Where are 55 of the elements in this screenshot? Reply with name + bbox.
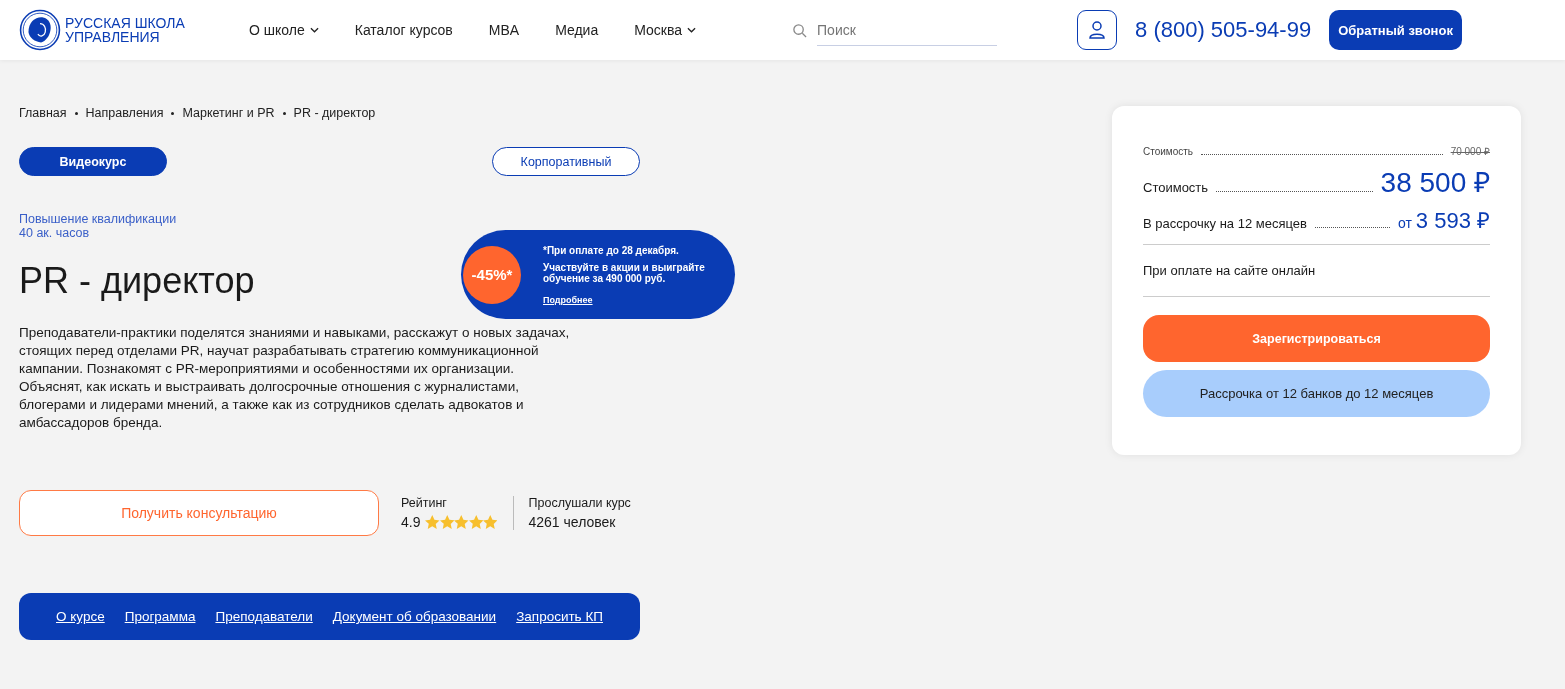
logo-text[interactable]: РУССКАЯ ШКОЛА УПРАВЛЕНИЯ <box>65 16 205 44</box>
format-tab[interactable]: Видеокурс <box>19 147 167 176</box>
breadcrumb-link[interactable]: PR - директор <box>293 106 376 120</box>
section-link[interactable]: Программа <box>124 609 196 624</box>
installment-label: В рассрочку на 12 месяцев <box>1143 216 1307 231</box>
listeners-count: 4261 человек <box>528 514 617 530</box>
listeners-label: Прослушали курс <box>528 496 631 510</box>
star-icon <box>483 515 497 529</box>
lion-logo-icon[interactable] <box>19 9 61 51</box>
rating-label: Рейтинг <box>401 496 448 510</box>
nav-link[interactable]: О школе <box>249 22 319 38</box>
search-icon <box>792 22 808 38</box>
breadcrumb-link[interactable]: Направления <box>85 106 164 120</box>
section-link[interactable]: О курсе <box>56 609 105 624</box>
chevron-down-icon <box>309 27 319 33</box>
section-link[interactable]: Преподаватели <box>215 609 313 624</box>
more-link[interactable]: Подробнее <box>543 294 593 305</box>
nav-link[interactable]: Медиа <box>555 22 599 38</box>
star-icon <box>439 515 455 529</box>
discount-badge: -45%* <box>463 245 521 304</box>
breadcrumb-link[interactable]: Главная <box>19 106 67 120</box>
installment-prefix: от <box>1397 215 1412 231</box>
user-icon <box>1087 20 1108 40</box>
promo-text: Участвуйте в акции и выиграйте обучение за 490 000 руб. <box>543 261 706 284</box>
breadcrumb-separator <box>282 111 286 115</box>
price-label: Стоимость <box>1143 146 1194 157</box>
breadcrumb-link[interactable]: Маркетинг и PR <box>182 106 275 120</box>
course-category: Повышение квалификации <box>19 212 178 226</box>
star-icon <box>454 515 469 529</box>
current-price: 38 500 ₽ <box>1380 166 1490 200</box>
search-field[interactable]: Поиск <box>817 14 998 46</box>
section-link[interactable]: Запросить КП <box>516 609 603 624</box>
course-hours: 40 ак. часов <box>19 226 91 240</box>
nav-link[interactable]: MBA <box>488 22 520 38</box>
account-button[interactable] <box>1077 10 1118 50</box>
nav-link[interactable]: Каталог курсов <box>354 22 453 38</box>
section-link[interactable]: Документ об образовании <box>332 609 497 624</box>
breadcrumb-separator <box>171 111 175 115</box>
installment-price: 3 593 ₽ <box>1415 207 1490 234</box>
phone-link[interactable]: 8 (800) 505-94-99 <box>1135 17 1312 43</box>
nav-link[interactable]: Москва <box>634 22 697 38</box>
star-icon <box>425 515 440 529</box>
payment-note: При оплате на сайте онлайн <box>1143 244 1490 297</box>
course-description: Преподаватели-практики поделятся знаниями и навыками, расскажут о новых задачах, стоящих перед отделами PR, научат разрабатывать стратегию коммуникационной кампании. Познакомят с PR-мероприятиями и особенностями их организации. Объяснят, как искать и выстраивать долгосрочные отношения с журналистами, блогерами и лидерами мнений, а также как из сотрудников сделать адвокатов и амбассадоров бренда. <box>19 324 571 432</box>
rating-value: 4.9 <box>401 514 421 530</box>
course-title: PR - директор <box>19 260 255 302</box>
star-icon <box>468 515 484 529</box>
price-label: Стоимость <box>1143 180 1209 195</box>
format-tab[interactable]: Корпоративный <box>492 147 640 176</box>
callback-button[interactable]: Обратный звонок <box>1329 10 1462 50</box>
breadcrumb-separator <box>74 111 78 115</box>
old-price: 70 000 ₽ <box>1450 145 1490 158</box>
chevron-down-icon <box>687 27 697 33</box>
promo-deadline: *При оплате до 28 декабря. <box>543 244 680 256</box>
installment-button[interactable]: Рассрочка от 12 банков до 12 месяцев <box>1143 370 1490 417</box>
